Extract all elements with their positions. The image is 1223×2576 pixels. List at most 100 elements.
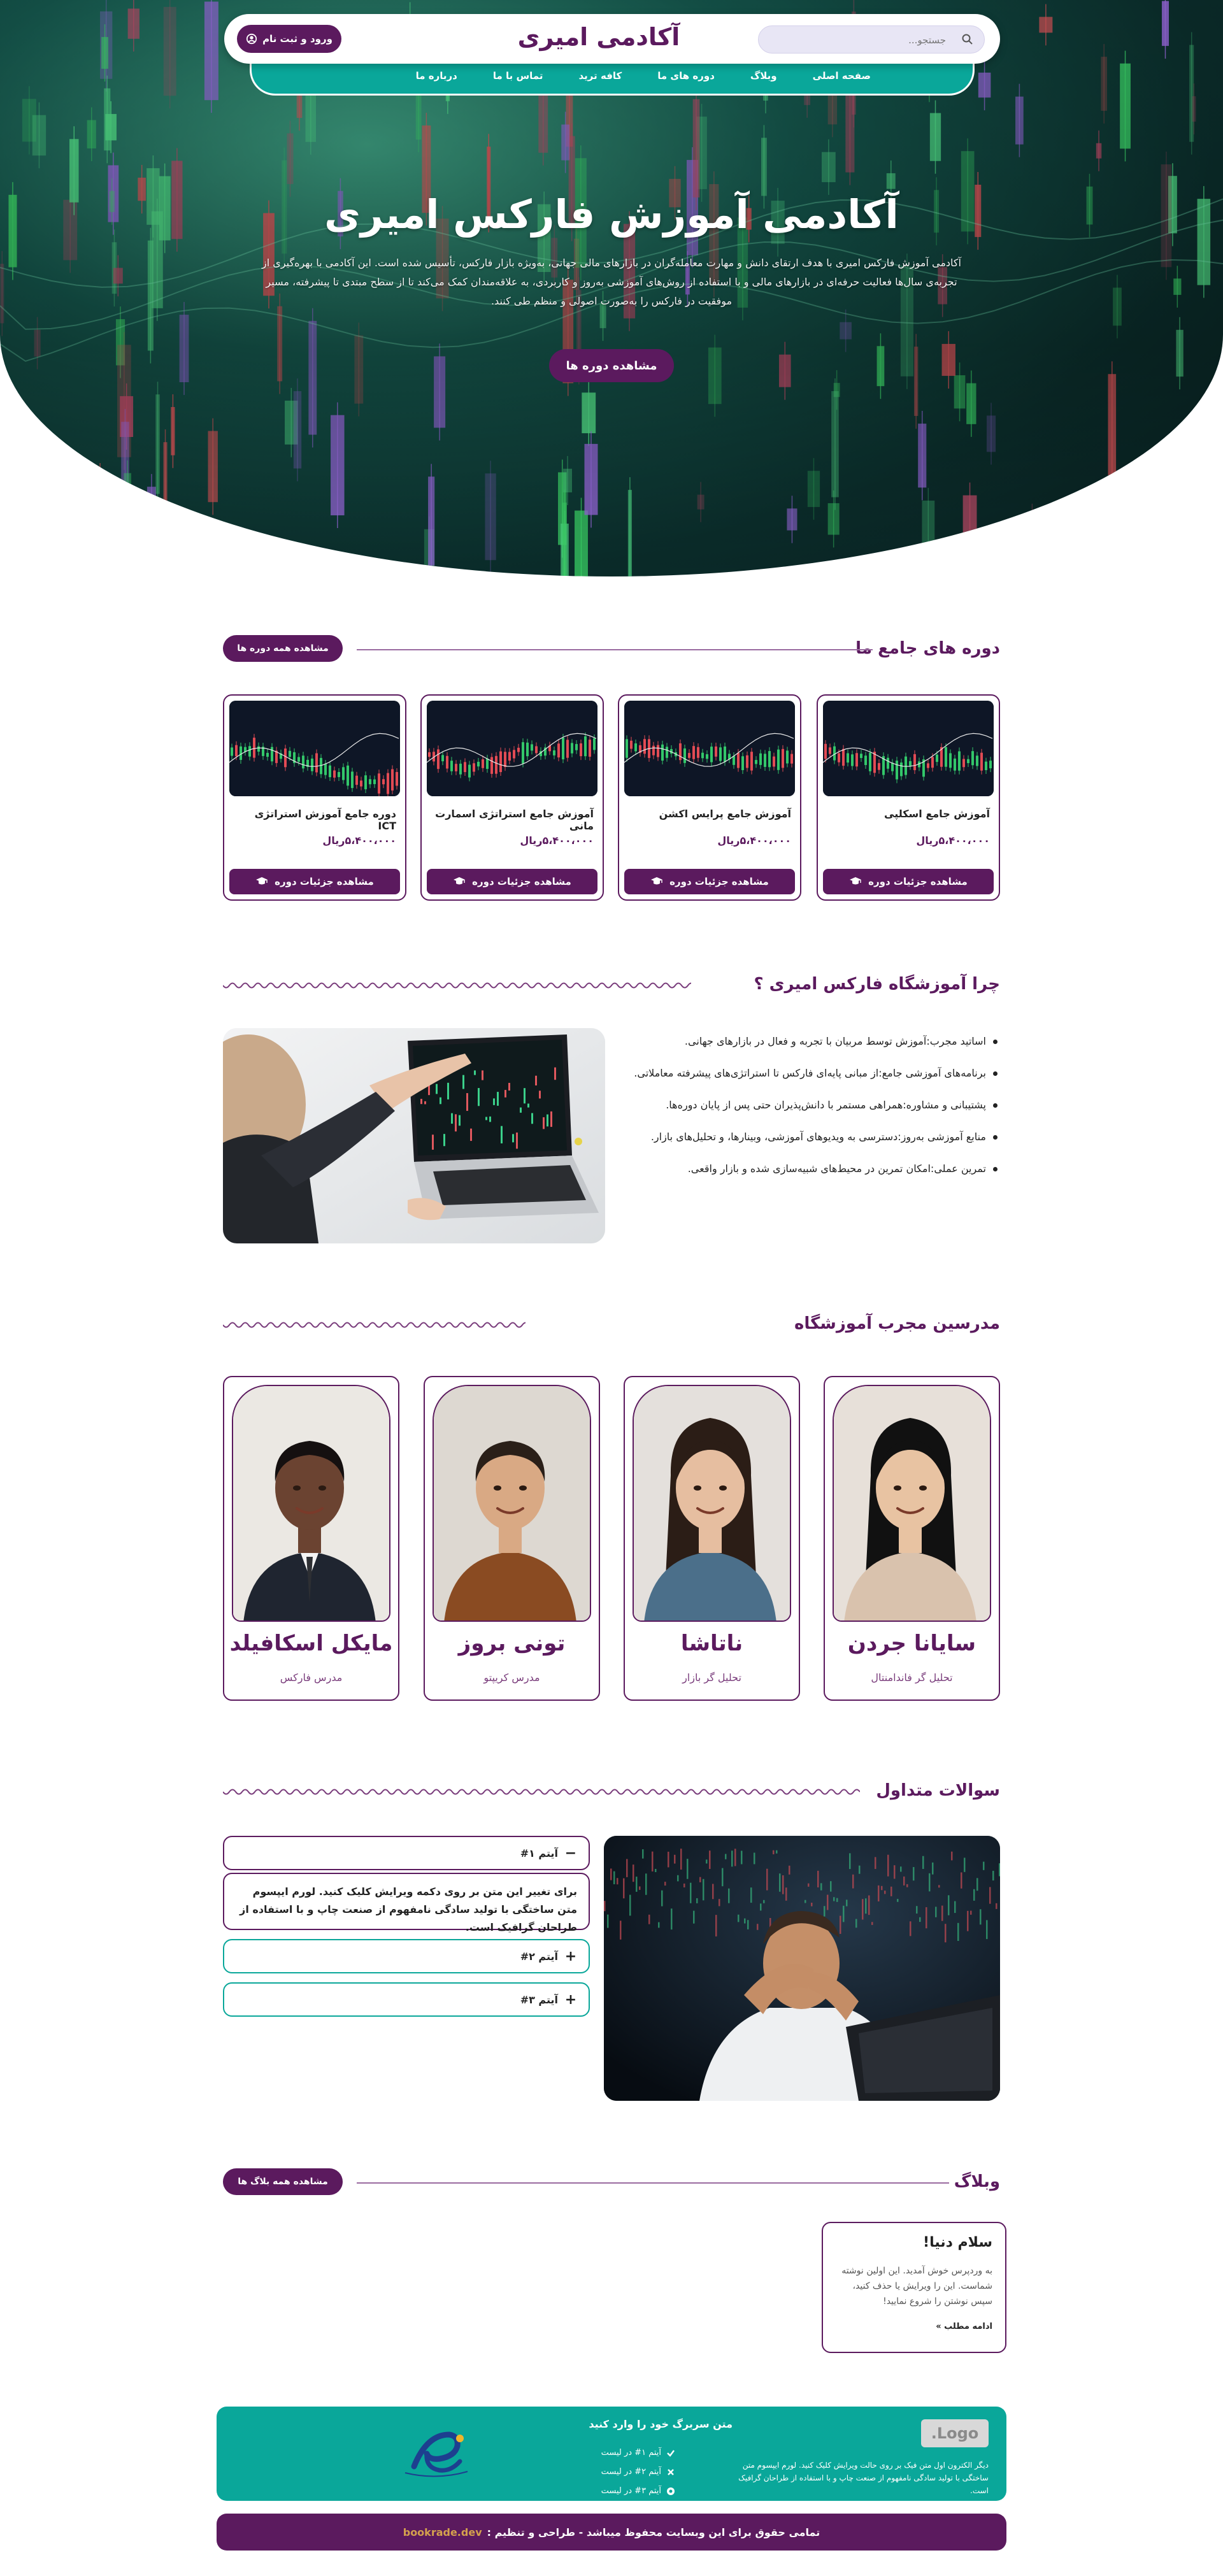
blog-section-header: وبلاگ مشاهده همه بلاگ ها bbox=[223, 2167, 1000, 2199]
circle-dot-icon bbox=[667, 2487, 675, 2495]
course-title[interactable]: آموزش جامع اسکلپی bbox=[827, 808, 990, 820]
nav-item-contact[interactable]: تماس با ما bbox=[493, 70, 543, 82]
why-section-header: چرا آموزشگاه فارکس امیری ؟ bbox=[223, 970, 1000, 1001]
graduation-cap-icon bbox=[850, 877, 862, 885]
course-details-button[interactable]: مشاهده جزئیات دوره bbox=[823, 869, 994, 894]
course-details-label: مشاهده جزئیات دوره bbox=[275, 876, 374, 887]
section-divider bbox=[357, 2182, 949, 2184]
search-input[interactable] bbox=[793, 31, 946, 49]
course-details-label: مشاهده جزئیات دوره bbox=[472, 876, 571, 887]
view-courses-button[interactable]: مشاهده دوره ها bbox=[549, 349, 674, 382]
teacher-photo bbox=[232, 1385, 390, 1622]
login-register-button[interactable]: ورود و ثبت نام bbox=[237, 25, 341, 53]
course-chart-thumbnail bbox=[823, 701, 994, 796]
site-title: آکادمی امیری bbox=[517, 23, 680, 51]
blog-section-title: وبلاگ bbox=[954, 2172, 1000, 2191]
footer-about-text: دیگر الکترون اول متن فیک بر روی حالت ویر… bbox=[738, 2461, 989, 2495]
course-title[interactable]: دوره جامع آموزش استراتژی ICT bbox=[233, 808, 396, 832]
search-button[interactable] bbox=[959, 31, 976, 49]
footer-link[interactable]: آیتم ۱# در لیست bbox=[601, 2444, 675, 2463]
section-divider bbox=[357, 649, 873, 650]
course-card[interactable]: آموزش جامع پرایس اکشن ۵،۴۰۰،۰۰۰ریال مشاه… bbox=[618, 694, 801, 901]
course-card[interactable]: آموزش جامع اسکلپی ۵،۴۰۰،۰۰۰ریال مشاهده ج… bbox=[817, 694, 1000, 901]
why-item: برنامه‌های آموزشی جامع:از مبانی پایه‌ای … bbox=[631, 1057, 1000, 1089]
teacher-card[interactable]: سایانا جردن تحلیل گر فاندامنتال bbox=[824, 1376, 1000, 1701]
wavy-divider bbox=[223, 982, 691, 989]
course-details-button[interactable]: مشاهده جزئیات دوره bbox=[624, 869, 795, 894]
site-footer: Logo. دیگر الکترون اول متن فیک بر روی حا… bbox=[217, 2407, 1006, 2501]
stressed-trader-photo bbox=[604, 1836, 1000, 2101]
search-icon bbox=[962, 34, 973, 45]
teacher-role: مدرس فارکس bbox=[280, 1671, 343, 1684]
check-icon bbox=[667, 2450, 675, 2457]
why-item: پشتیبانی و مشاوره:همراهی مستمر با دانش‌پ… bbox=[631, 1089, 1000, 1121]
hero-title: آکادمی آموزش فارکس امیری bbox=[324, 191, 899, 238]
course-price: ۵،۴۰۰،۰۰۰ریال bbox=[916, 834, 990, 847]
teacher-name: سایانا جردن bbox=[847, 1631, 976, 1656]
course-title[interactable]: آموزش جامع استراتژی اسمارت مانی bbox=[431, 808, 594, 832]
faq-item-2[interactable]: + آیتم ۲# bbox=[223, 1939, 590, 1973]
course-details-button[interactable]: مشاهده جزئیات دوره bbox=[427, 869, 597, 894]
course-title[interactable]: آموزش جامع پرایس اکشن bbox=[628, 808, 791, 820]
course-thumbnail bbox=[624, 701, 795, 796]
teacher-role: تحلیل گر بازار bbox=[682, 1671, 741, 1684]
course-chart-thumbnail bbox=[229, 701, 400, 796]
login-label: ورود و ثبت نام bbox=[262, 33, 333, 45]
faq-question: آیتم ۳# bbox=[520, 1993, 558, 2006]
course-thumbnail bbox=[427, 701, 597, 796]
teachers-section-title: مدرسین مجرب آموزشگاه bbox=[794, 1314, 1000, 1333]
user-circle-icon bbox=[246, 33, 257, 45]
teacher-name: مایکل اسکافیلد bbox=[229, 1631, 393, 1656]
teacher-role: تحلیل گر فاندامنتال bbox=[871, 1671, 953, 1684]
close-icon bbox=[668, 2469, 674, 2475]
view-all-blogs-button[interactable]: مشاهده همه بلاگ ها bbox=[223, 2168, 343, 2195]
courses-section-title: دوره های جامع ما bbox=[855, 639, 1000, 658]
teacher-photo bbox=[833, 1385, 991, 1622]
teacher-card[interactable]: مایکل اسکافیلد مدرس فارکس bbox=[223, 1376, 399, 1701]
courses-section-header: دوره های جامع ما مشاهده همه دوره ها bbox=[223, 634, 1000, 666]
teacher-role: مدرس کریپتو bbox=[483, 1671, 540, 1684]
why-item: منابع آموزشی به‌روز:دسترسی به ویدیوهای آ… bbox=[631, 1121, 1000, 1153]
footer-link[interactable]: آیتم ۳# در لیست bbox=[601, 2482, 675, 2501]
footer-logo[interactable]: Logo. bbox=[921, 2419, 989, 2447]
nav-item-blog[interactable]: وبلاگ bbox=[750, 70, 777, 82]
why-item: تمرین عملی:امکان تمرین در محیط‌های شبیه‌… bbox=[631, 1153, 1000, 1185]
nav-item-courses[interactable]: دوره های ما bbox=[657, 70, 715, 82]
faq-question: آیتم ۲# bbox=[520, 1950, 558, 1963]
faq-item-3[interactable]: + آیتم ۳# bbox=[223, 1982, 590, 2017]
minus-icon: − bbox=[564, 1845, 577, 1861]
course-chart-thumbnail bbox=[624, 701, 795, 796]
site-header: آکادمی امیری ورود و ثبت نام bbox=[224, 14, 1000, 64]
teacher-photo bbox=[633, 1385, 791, 1622]
blog-post-card[interactable]: سلام دنیا! به وردپرس خوش آمدید. این اولی… bbox=[822, 2222, 1006, 2353]
footer-links: آیتم ۱# در لیست آیتم ۲# در لیست آیتم ۳# … bbox=[601, 2444, 675, 2501]
graduation-cap-icon bbox=[454, 877, 466, 885]
copyright-text: تمامی حقوق برای این وبسایت محفوظ میباشد … bbox=[487, 2526, 820, 2538]
footer-link[interactable]: آیتم ۲# در لیست bbox=[601, 2463, 675, 2482]
read-more-link[interactable]: ادامه مطلب » bbox=[836, 2322, 992, 2331]
course-card[interactable]: دوره جامع آموزش استراتژی ICT ۵،۴۰۰،۰۰۰ری… bbox=[223, 694, 406, 901]
teacher-card[interactable]: ناتاشا تحلیل گر بازار bbox=[624, 1376, 800, 1701]
nav-item-home[interactable]: صفحه اصلی bbox=[813, 70, 871, 82]
course-details-button[interactable]: مشاهده جزئیات دوره bbox=[229, 869, 400, 894]
view-all-courses-button[interactable]: مشاهده همه دوره ها bbox=[223, 635, 343, 662]
course-chart-thumbnail bbox=[427, 701, 597, 796]
teachers-section-header: مدرسین مجرب آموزشگاه bbox=[223, 1309, 1000, 1341]
course-details-label: مشاهده جزئیات دوره bbox=[868, 876, 968, 887]
brand-emblem-icon bbox=[404, 2431, 468, 2477]
faq-section-title: سوالات متداول bbox=[876, 1781, 1000, 1800]
nav-item-about[interactable]: درباره ما bbox=[416, 70, 457, 82]
designer-link[interactable]: bookrade.dev bbox=[403, 2526, 482, 2538]
nav-item-cafe-trade[interactable]: کافه ترید bbox=[579, 70, 622, 82]
faq-item-1[interactable]: − آیتم ۱# bbox=[223, 1836, 590, 1870]
footer-link-label: آیتم ۳# در لیست bbox=[601, 2486, 661, 2496]
footer-link-label: آیتم ۱# در لیست bbox=[601, 2448, 661, 2458]
copyright-bar: تمامی حقوق برای این وبسایت محفوظ میباشد … bbox=[217, 2514, 1006, 2551]
course-details-label: مشاهده جزئیات دوره bbox=[669, 876, 769, 887]
teacher-card[interactable]: تونی بروز مدرس کریپتو bbox=[424, 1376, 600, 1701]
blog-post-title[interactable]: سلام دنیا! bbox=[836, 2235, 992, 2250]
course-price: ۵،۴۰۰،۰۰۰ریال bbox=[322, 834, 396, 847]
blog-post-excerpt: به وردپرس خوش آمدید. این اولین نوشته شما… bbox=[841, 2266, 992, 2307]
course-card[interactable]: آموزش جامع استراتژی اسمارت مانی ۵،۴۰۰،۰۰… bbox=[420, 694, 604, 901]
faq-question: آیتم ۱# bbox=[520, 1847, 558, 1859]
